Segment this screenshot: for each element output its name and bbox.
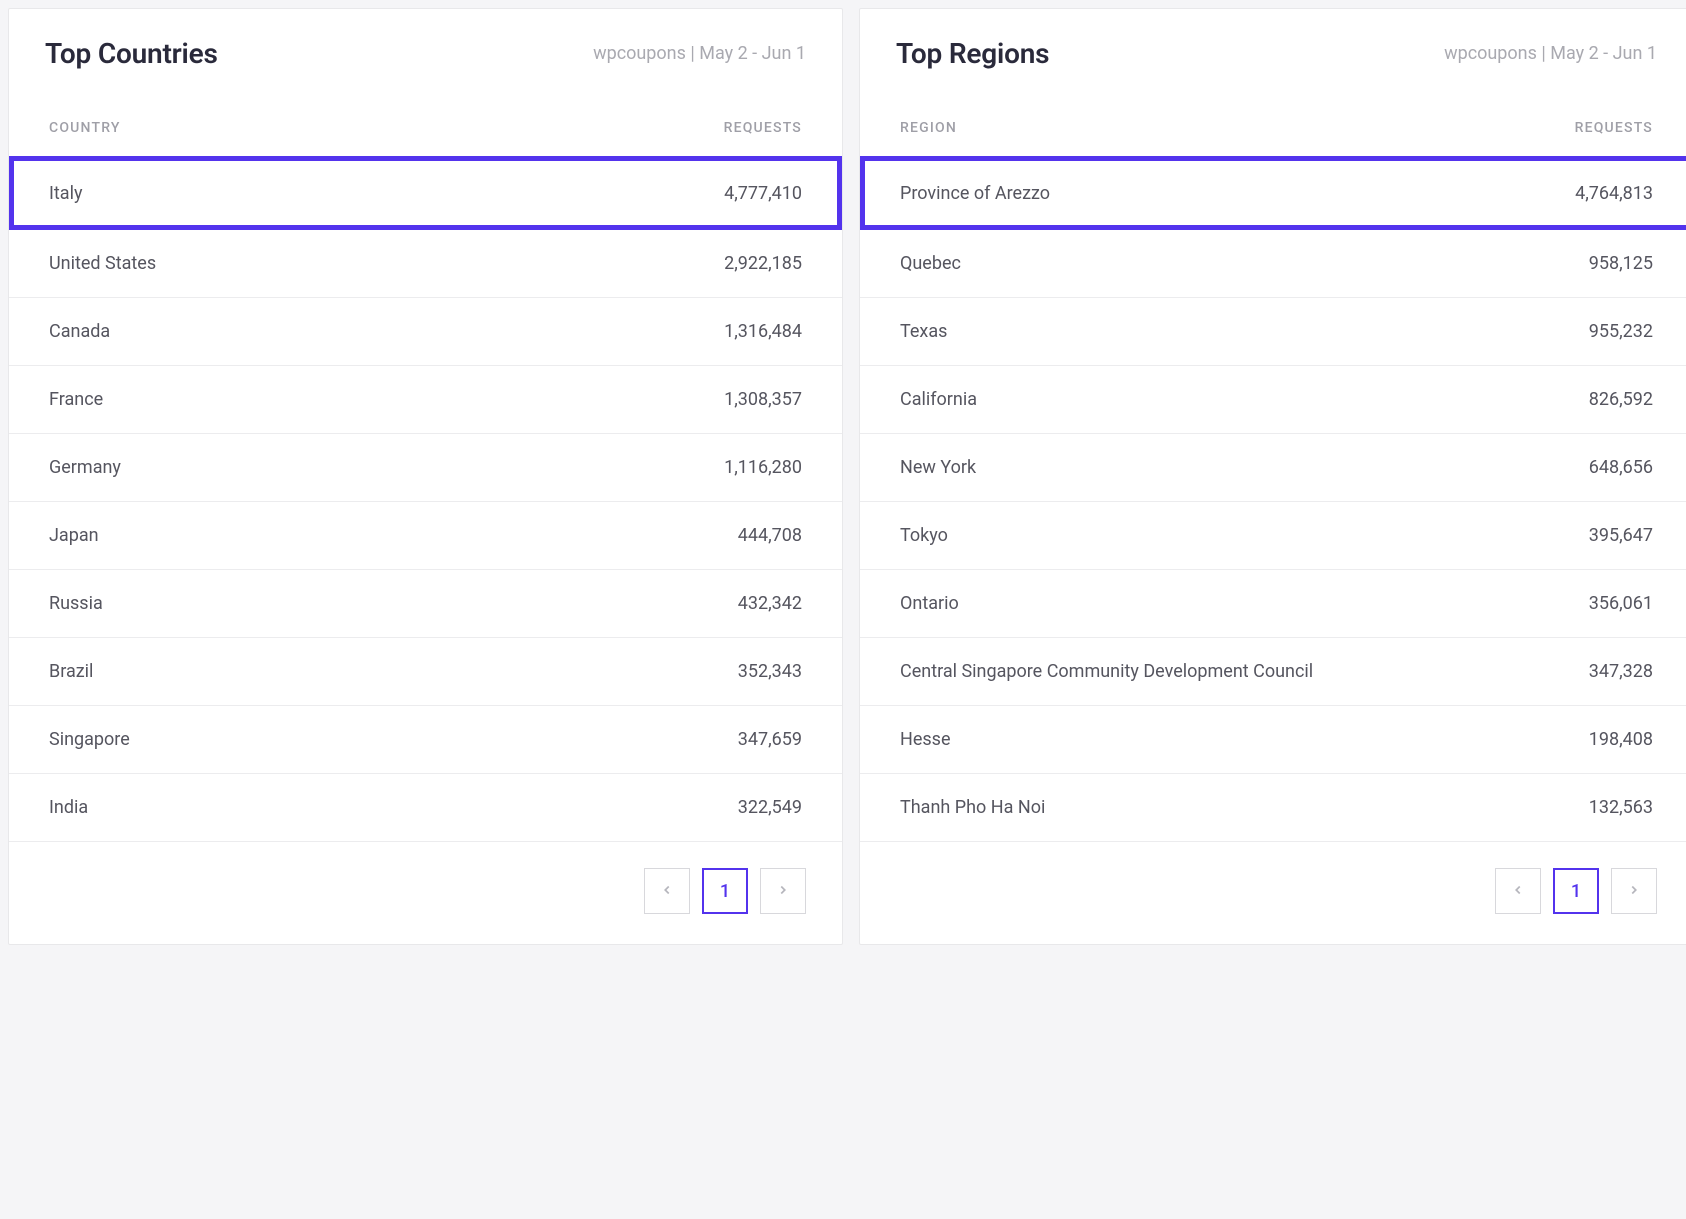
row-value: 347,659 [738,729,802,750]
table-row[interactable]: Quebec 958,125 [860,230,1686,298]
row-value: 132,563 [1589,797,1653,818]
row-name: Russia [49,593,103,614]
row-name: France [49,389,103,410]
pager-page-label: 1 [720,881,730,902]
row-value: 826,592 [1589,389,1653,410]
table-row[interactable]: Germany 1,116,280 [9,434,842,502]
pager-next-button[interactable] [760,868,806,914]
row-value: 2,922,185 [724,253,802,274]
pager-page-1-button[interactable]: 1 [1553,868,1599,914]
panel-header: Top Regions wpcoupons | May 2 - Jun 1 [860,9,1686,98]
table-row[interactable]: Japan 444,708 [9,502,842,570]
table-row[interactable]: Central Singapore Community Development … [860,638,1686,706]
col-country: COUNTRY [49,120,121,136]
table-row[interactable]: Texas 955,232 [860,298,1686,366]
table-row[interactable]: Thanh Pho Ha Noi 132,563 [860,774,1686,842]
row-name: Province of Arezzo [900,183,1050,204]
row-name: Tokyo [900,525,948,546]
pager: 1 [9,842,842,944]
table-row[interactable]: France 1,308,357 [9,366,842,434]
table-row[interactable]: Canada 1,316,484 [9,298,842,366]
row-value: 432,342 [738,593,802,614]
pager-next-button[interactable] [1611,868,1657,914]
row-value: 958,125 [1589,253,1653,274]
table-row[interactable]: New York 648,656 [860,434,1686,502]
panel-meta: wpcoupons | May 2 - Jun 1 [593,43,806,64]
chevron-left-icon [660,881,674,902]
row-value: 347,328 [1589,661,1653,682]
row-name: Brazil [49,661,93,682]
table-row[interactable]: Russia 432,342 [9,570,842,638]
col-requests: REQUESTS [1575,120,1653,136]
row-name: Canada [49,321,110,342]
row-name: New York [900,457,976,478]
row-value: 322,549 [738,797,802,818]
row-value: 4,777,410 [724,183,802,204]
row-value: 395,647 [1589,525,1653,546]
pager-prev-button[interactable] [1495,868,1541,914]
row-name: Italy [49,183,82,204]
col-region: REGION [900,120,957,136]
row-name: Germany [49,457,121,478]
pager-page-1-button[interactable]: 1 [702,868,748,914]
table-row[interactable]: Ontario 356,061 [860,570,1686,638]
table-row[interactable]: Singapore 347,659 [9,706,842,774]
table-row[interactable]: United States 2,922,185 [9,230,842,298]
table-row[interactable]: Italy 4,777,410 [9,156,842,230]
top-countries-panel: Top Countries wpcoupons | May 2 - Jun 1 … [8,8,843,945]
table-row[interactable]: Province of Arezzo 4,764,813 [860,156,1686,230]
panel-header: Top Countries wpcoupons | May 2 - Jun 1 [9,9,842,98]
table-row[interactable]: Tokyo 395,647 [860,502,1686,570]
row-value: 648,656 [1589,457,1653,478]
row-name: Hesse [900,729,951,750]
row-name: Japan [49,525,99,546]
row-name: Ontario [900,593,959,614]
row-name: United States [49,253,156,274]
table-row[interactable]: Hesse 198,408 [860,706,1686,774]
chevron-right-icon [1627,881,1641,902]
row-name: Singapore [49,729,130,750]
row-value: 1,316,484 [724,321,802,342]
countries-rows: Italy 4,777,410 United States 2,922,185 Cana… [9,159,842,842]
row-name: Central Singapore Community Development … [900,661,1313,682]
row-name: California [900,389,977,410]
table-row[interactable]: California 826,592 [860,366,1686,434]
row-name: Texas [900,321,947,342]
pager: 1 [860,842,1686,944]
panel-title: Top Countries [45,37,218,70]
chevron-left-icon [1511,881,1525,902]
row-value: 352,343 [738,661,802,682]
pager-prev-button[interactable] [644,868,690,914]
row-name: India [49,797,88,818]
table-header: REGION REQUESTS [860,98,1686,159]
row-value: 1,116,280 [724,457,802,478]
table-row[interactable]: India 322,549 [9,774,842,842]
row-value: 356,061 [1589,593,1653,614]
row-value: 4,764,813 [1575,183,1653,204]
regions-rows: Province of Arezzo 4,764,813 Quebec 958,125… [860,159,1686,842]
table-row[interactable]: Brazil 352,343 [9,638,842,706]
row-name: Thanh Pho Ha Noi [900,797,1045,818]
col-requests: REQUESTS [724,120,802,136]
table-header: COUNTRY REQUESTS [9,98,842,159]
top-regions-panel: Top Regions wpcoupons | May 2 - Jun 1 RE… [859,8,1686,945]
row-name: Quebec [900,253,961,274]
row-value: 198,408 [1589,729,1653,750]
panel-title: Top Regions [896,37,1049,70]
chevron-right-icon [776,881,790,902]
pager-page-label: 1 [1571,881,1581,902]
row-value: 1,308,357 [724,389,802,410]
row-value: 955,232 [1589,321,1653,342]
row-value: 444,708 [738,525,802,546]
panel-meta: wpcoupons | May 2 - Jun 1 [1444,43,1657,64]
